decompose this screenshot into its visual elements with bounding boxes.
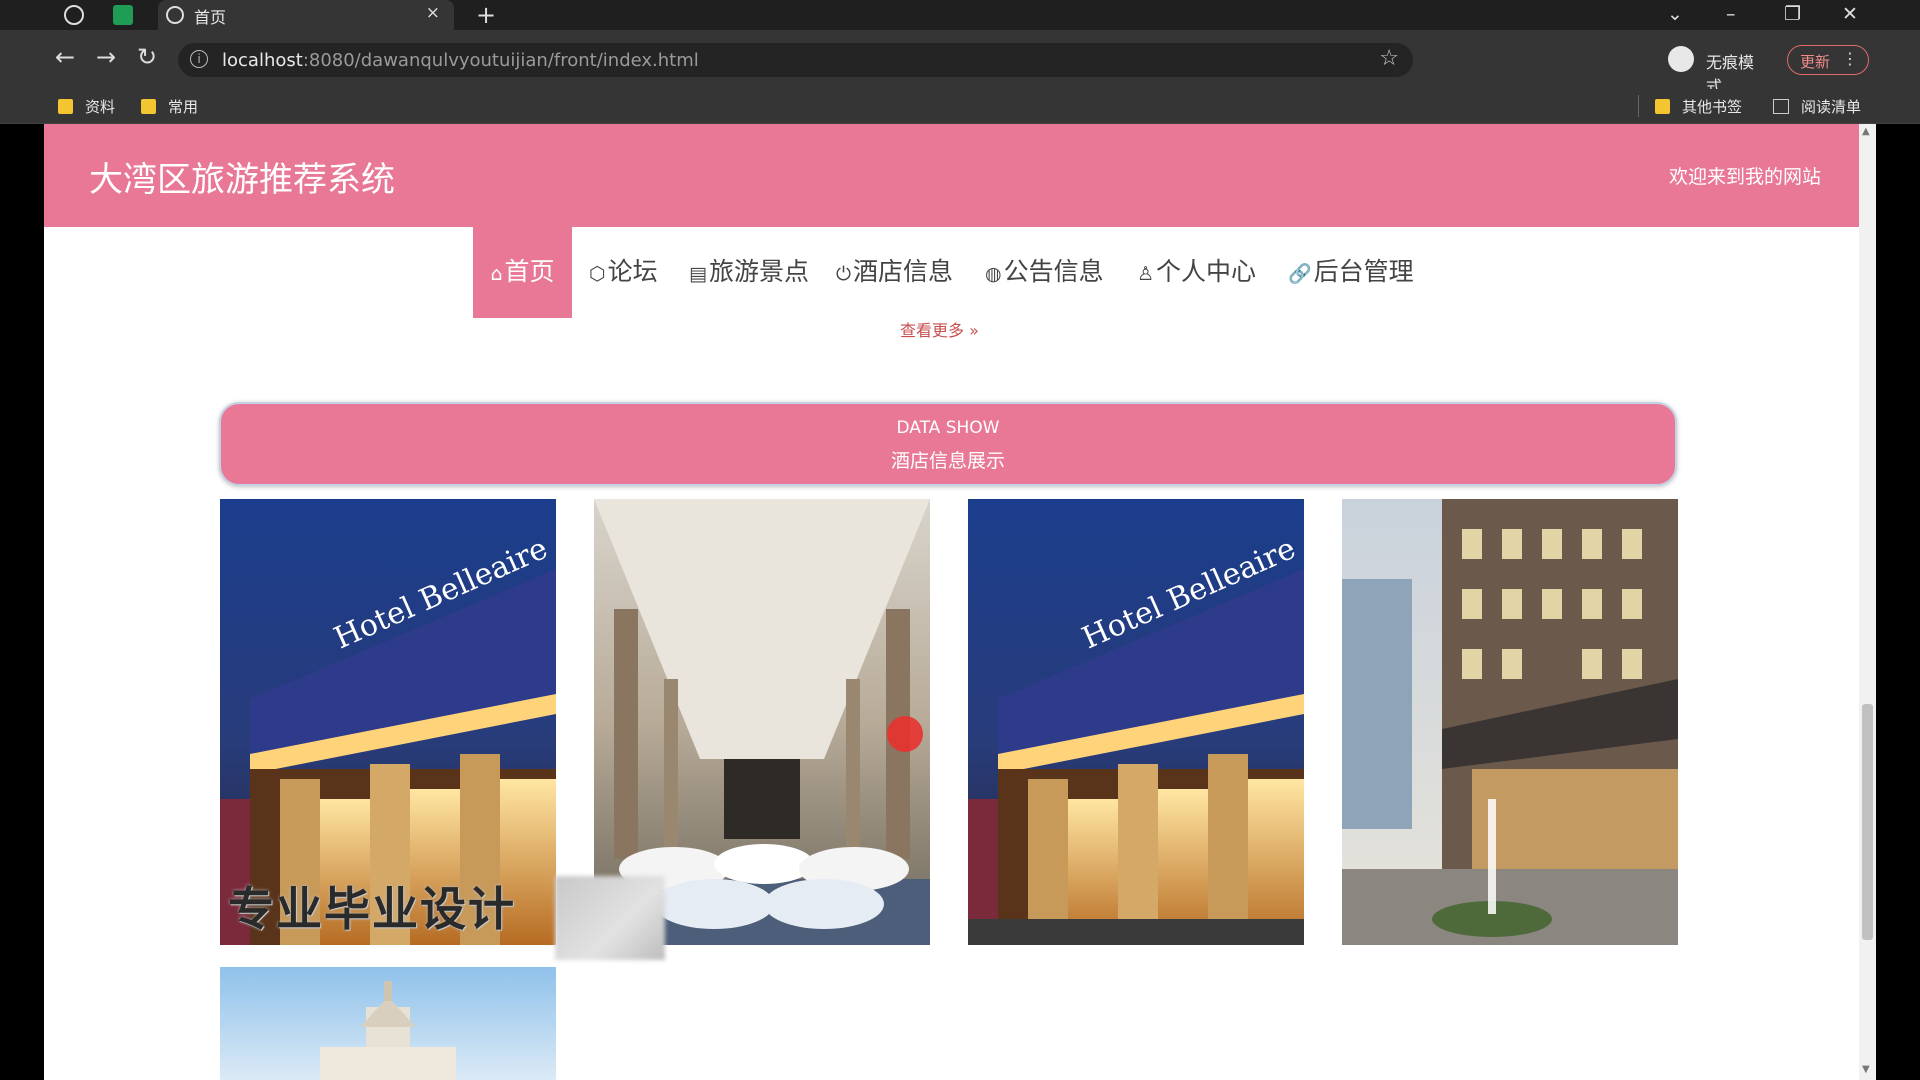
new-tab-button[interactable]: + — [476, 1, 496, 29]
scroll-up-icon[interactable]: ▲ — [1862, 126, 1870, 137]
browser-tab-strip: 首页 × + ⌄ – ❐ ✕ — [0, 0, 1920, 30]
nav-profile[interactable]: ♙个人中心 — [1137, 226, 1256, 318]
globe-icon — [166, 6, 184, 24]
reload-icon[interactable]: ↻ — [137, 43, 157, 71]
forward-arrow-icon[interactable]: → — [96, 43, 116, 71]
tab-title: 首页 — [194, 8, 227, 27]
incognito-icon — [1668, 46, 1694, 72]
browser-tab-active[interactable]: 首页 × — [158, 0, 454, 30]
bookmark-folder[interactable]: 资料 — [58, 96, 115, 117]
mouse-cursor-indicator — [887, 716, 923, 752]
scroll-down-icon[interactable]: ▼ — [1862, 1064, 1870, 1075]
bookmark-star-icon[interactable]: ☆ — [1379, 46, 1399, 71]
nav-home[interactable]: ⌂首页 — [473, 226, 572, 318]
site-info-icon[interactable]: i — [190, 50, 208, 68]
nav-announcements[interactable]: ◍公告信息 — [985, 226, 1104, 318]
forum-icon: ⬡ — [589, 263, 606, 285]
reading-list[interactable]: 阅读清单 — [1773, 96, 1861, 117]
browser-toolbar: ← → ↻ i localhost:8080/dawanqulvyoutuiji… — [0, 30, 1920, 96]
incognito-indicator[interactable]: 无痕模式 — [1668, 41, 1766, 96]
globe-icon[interactable] — [64, 5, 84, 25]
welcome-text: 欢迎来到我的网站 — [1668, 166, 1821, 188]
more-menu-icon[interactable]: ⋮ — [1842, 49, 1858, 68]
hotel-card[interactable]: Hotel Belleaire 专业毕业设计 — [220, 499, 556, 945]
tab-search-icon[interactable]: ⌄ — [1667, 3, 1683, 25]
folder-icon — [141, 99, 156, 114]
blurred-overlay — [555, 876, 665, 960]
watermark-text: 专业毕业设计 — [228, 882, 516, 936]
tab-close-icon[interactable]: × — [426, 3, 440, 23]
hotel-photo — [220, 967, 556, 1080]
nav-forum[interactable]: ⬡论坛 — [589, 226, 658, 318]
folder-icon — [58, 99, 73, 114]
nav-hotels[interactable]: ⏻酒店信息 — [836, 226, 953, 318]
restore-icon[interactable]: ❐ — [1784, 3, 1801, 25]
site-header: 大湾区旅游推荐系统 欢迎来到我的网站 — [44, 124, 1859, 227]
close-window-icon[interactable]: ✕ — [1842, 3, 1858, 25]
nav-admin[interactable]: 🔗后台管理 — [1288, 226, 1414, 318]
hotel-card[interactable] — [1342, 499, 1678, 945]
sheets-icon[interactable] — [113, 5, 133, 25]
scrollbar[interactable]: ▲ ▼ — [1859, 124, 1876, 1080]
scrollbar-thumb[interactable] — [1862, 704, 1873, 940]
nav-attractions[interactable]: ▤旅游景点 — [689, 226, 809, 318]
divider — [1638, 95, 1639, 117]
section-header: DATA SHOW 酒店信息展示 — [219, 402, 1677, 486]
hotel-card[interactable] — [220, 967, 556, 1080]
update-button[interactable]: 更新 ⋮ — [1787, 45, 1869, 75]
update-label: 更新 — [1800, 53, 1831, 71]
address-bar[interactable]: i localhost:8080/dawanqulvyoutuijian/fro… — [178, 43, 1413, 77]
user-icon: ♙ — [1137, 263, 1155, 285]
minimize-icon[interactable]: – — [1726, 3, 1736, 25]
reading-list-icon — [1773, 99, 1789, 114]
page-viewport: 大湾区旅游推荐系统 欢迎来到我的网站 ⌂首页 ⬡论坛 ▤旅游景点 ⏻酒店信息 ◍… — [44, 124, 1876, 1080]
folder-icon — [1655, 99, 1670, 114]
globe-icon: ◍ — [985, 263, 1002, 285]
bookmarks-bar: 资料 常用 其他书签 阅读清单 — [0, 89, 1920, 124]
other-bookmarks[interactable]: 其他书签 — [1655, 96, 1742, 117]
view-more-link[interactable]: 查看更多 » — [900, 317, 979, 341]
site-title: 大湾区旅游推荐系统 — [89, 160, 395, 200]
double-chevron-right-icon: » — [969, 321, 979, 340]
hotel-card[interactable]: Hotel Belleaire — [968, 499, 1304, 945]
url-text[interactable]: localhost:8080/dawanqulvyoutuijian/front… — [222, 50, 699, 71]
back-arrow-icon[interactable]: ← — [55, 43, 75, 71]
section-title-zh: 酒店信息展示 — [890, 450, 1005, 472]
section-title-en: DATA SHOW — [896, 418, 1000, 438]
hotel-photo — [1342, 499, 1678, 945]
link-icon: 🔗 — [1288, 263, 1312, 285]
gift-icon: ▤ — [689, 263, 707, 285]
bookmark-folder[interactable]: 常用 — [141, 96, 198, 117]
power-icon: ⏻ — [836, 263, 852, 285]
hotel-photo: Hotel Belleaire — [968, 499, 1304, 945]
home-icon: ⌂ — [490, 263, 503, 285]
